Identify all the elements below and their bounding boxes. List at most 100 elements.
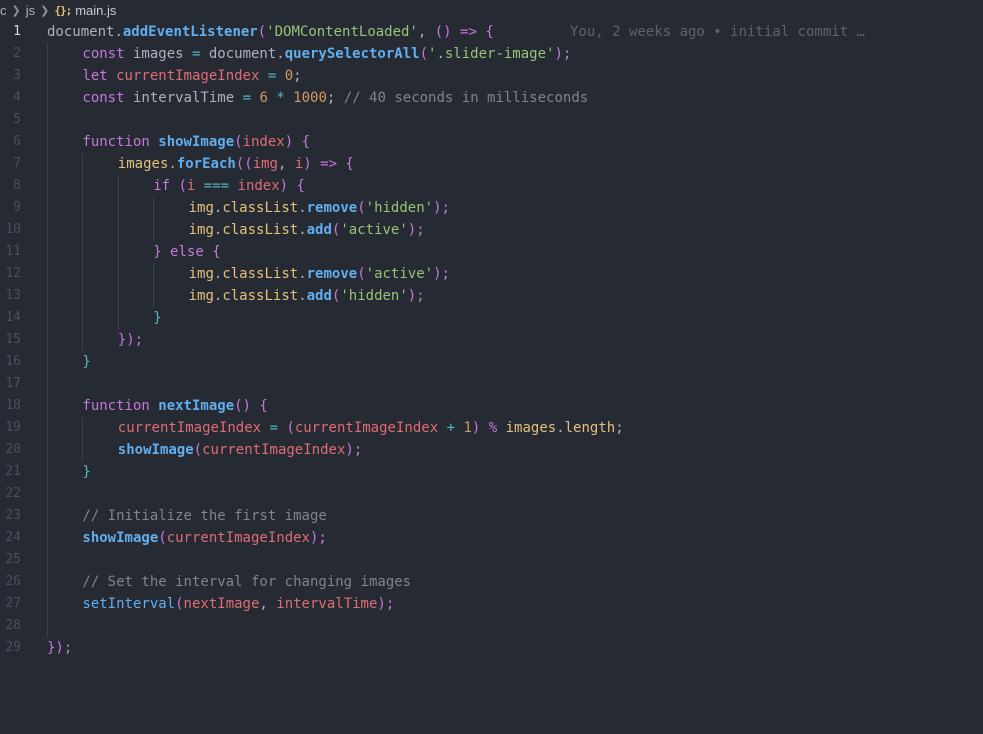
code-text: img.classList.remove('hidden');: [188, 200, 450, 216]
indent-guide: [82, 153, 84, 175]
indent-guide: [47, 197, 48, 219]
line-number: 11: [5, 244, 21, 259]
breadcrumb: c ❯ js ❯ {}; main.js: [0, 0, 983, 20]
line-number: 5: [13, 112, 21, 127]
indent-guide: [47, 527, 48, 549]
code-line[interactable]: 18 function nextImage() {: [0, 395, 983, 417]
line-number: 13: [5, 288, 21, 303]
code-line[interactable]: 11} else {: [0, 241, 983, 263]
code-line[interactable]: 5: [0, 109, 983, 131]
indent-guide: [47, 109, 48, 131]
indent-guide: [47, 263, 48, 285]
indent-guide: [47, 219, 48, 241]
git-blame-annotation: You, 2 weeks ago • initial commit …: [570, 24, 866, 40]
code-text: showImage(currentImageIndex);: [117, 442, 363, 458]
indent-guide: [117, 175, 119, 197]
indent-guide: [47, 131, 48, 153]
indent-guide: [117, 263, 119, 285]
code-text: let currentImageIndex = 0;: [82, 68, 302, 84]
code-line[interactable]: 13 img.classList.add('hidden');: [0, 285, 983, 307]
code-text: showImage(currentImageIndex);: [82, 530, 327, 546]
line-number: 19: [5, 420, 21, 435]
code-line[interactable]: 22: [0, 483, 983, 505]
indent-guide: [47, 549, 48, 571]
code-text: currentImageIndex = (currentImageIndex +…: [117, 420, 624, 436]
line-number: 21: [5, 464, 21, 479]
code-text: // Initialize the first image: [82, 508, 327, 524]
indent-guide: [47, 307, 48, 329]
code-line[interactable]: 7 images.forEach((img, i) => {: [0, 153, 983, 175]
code-line[interactable]: 9 img.classList.remove('hidden');: [0, 197, 983, 219]
line-number: 7: [13, 156, 21, 171]
code-line[interactable]: 23 // Initialize the first image: [0, 505, 983, 527]
code-line[interactable]: 6 function showImage(index) {: [0, 131, 983, 153]
line-number: 16: [5, 354, 21, 369]
code-line[interactable]: 29});: [0, 637, 983, 659]
code-line[interactable]: 27 setInterval(nextImage, intervalTime);: [0, 593, 983, 615]
code-text: img.classList.add('hidden');: [188, 288, 425, 304]
code-line[interactable]: 2 const images = document.querySelectorAl…: [0, 43, 983, 65]
indent-guide: [82, 285, 84, 307]
line-number: 14: [5, 310, 21, 325]
code-line[interactable]: 10 img.classList.add('active');: [0, 219, 983, 241]
indent-guide: [47, 175, 48, 197]
line-number: 9: [13, 200, 21, 215]
code-line[interactable]: 1 document.addEventListener('DOMContentLo…: [0, 21, 983, 43]
indent-guide: [47, 65, 48, 87]
line-number: 3: [13, 68, 21, 83]
code-text: function nextImage() {: [82, 398, 268, 414]
code-line[interactable]: 8 if (i === index) {: [0, 175, 983, 197]
code-line[interactable]: 4 const intervalTime = 6 * 1000; // 40 se…: [0, 87, 983, 109]
code-line[interactable]: 3 let currentImageIndex = 0;: [0, 65, 983, 87]
line-number: 6: [13, 134, 21, 149]
indent-guide: [47, 505, 48, 527]
line-number: 1: [13, 24, 21, 39]
indent-guide: [82, 219, 84, 241]
line-number: 17: [5, 376, 21, 391]
line-number: 8: [13, 178, 21, 193]
breadcrumb-folder-js[interactable]: js: [26, 3, 35, 18]
code-line[interactable]: 26 // Set the interval for changing image…: [0, 571, 983, 593]
code-text: }: [82, 354, 91, 370]
code-line[interactable]: 24 showImage(currentImageIndex);: [0, 527, 983, 549]
code-line[interactable]: 14}: [0, 307, 983, 329]
indent-guide: [117, 285, 119, 307]
code-line[interactable]: 21}: [0, 461, 983, 483]
indent-guide: [82, 263, 84, 285]
line-number: 26: [5, 574, 21, 589]
code-line[interactable]: 12 img.classList.remove('active');: [0, 263, 983, 285]
line-number: 12: [5, 266, 21, 281]
indent-guide: [82, 439, 84, 461]
code-line[interactable]: 15});: [0, 329, 983, 351]
code-line[interactable]: 20 showImage(currentImageIndex);: [0, 439, 983, 461]
indent-guide: [153, 285, 155, 307]
code-line[interactable]: 19 currentImageIndex = (currentImageIndex…: [0, 417, 983, 439]
indent-guide: [82, 175, 84, 197]
indent-guide: [153, 219, 155, 241]
indent-guide: [117, 219, 119, 241]
code-text: const intervalTime = 6 * 1000; // 40 sec…: [82, 90, 589, 106]
indent-guide: [82, 241, 84, 263]
code-line[interactable]: 28: [0, 615, 983, 637]
indent-guide: [82, 197, 84, 219]
code-text: document.addEventListener('DOMContentLoa…: [47, 24, 494, 40]
breadcrumb-file-main-js[interactable]: main.js: [75, 3, 116, 18]
indent-guide: [47, 373, 48, 395]
indent-guide: [117, 197, 119, 219]
line-number: 10: [5, 222, 21, 237]
line-number: 27: [5, 596, 21, 611]
indent-guide: [47, 395, 48, 417]
javascript-file-icon: {};: [54, 3, 72, 17]
breadcrumb-folder-src[interactable]: c: [0, 3, 7, 18]
code-text: images.forEach((img, i) => {: [117, 156, 354, 172]
code-line[interactable]: 17: [0, 373, 983, 395]
code-text: });: [47, 640, 73, 656]
code-editor[interactable]: 1 document.addEventListener('DOMContentLo…: [0, 21, 983, 734]
code-line[interactable]: 16}: [0, 351, 983, 373]
code-line[interactable]: 25: [0, 549, 983, 571]
line-number: 24: [5, 530, 21, 545]
code-text: if (i === index) {: [153, 178, 305, 194]
code-text: img.classList.add('active');: [188, 222, 425, 238]
indent-guide: [117, 307, 119, 329]
code-text: });: [117, 332, 144, 348]
